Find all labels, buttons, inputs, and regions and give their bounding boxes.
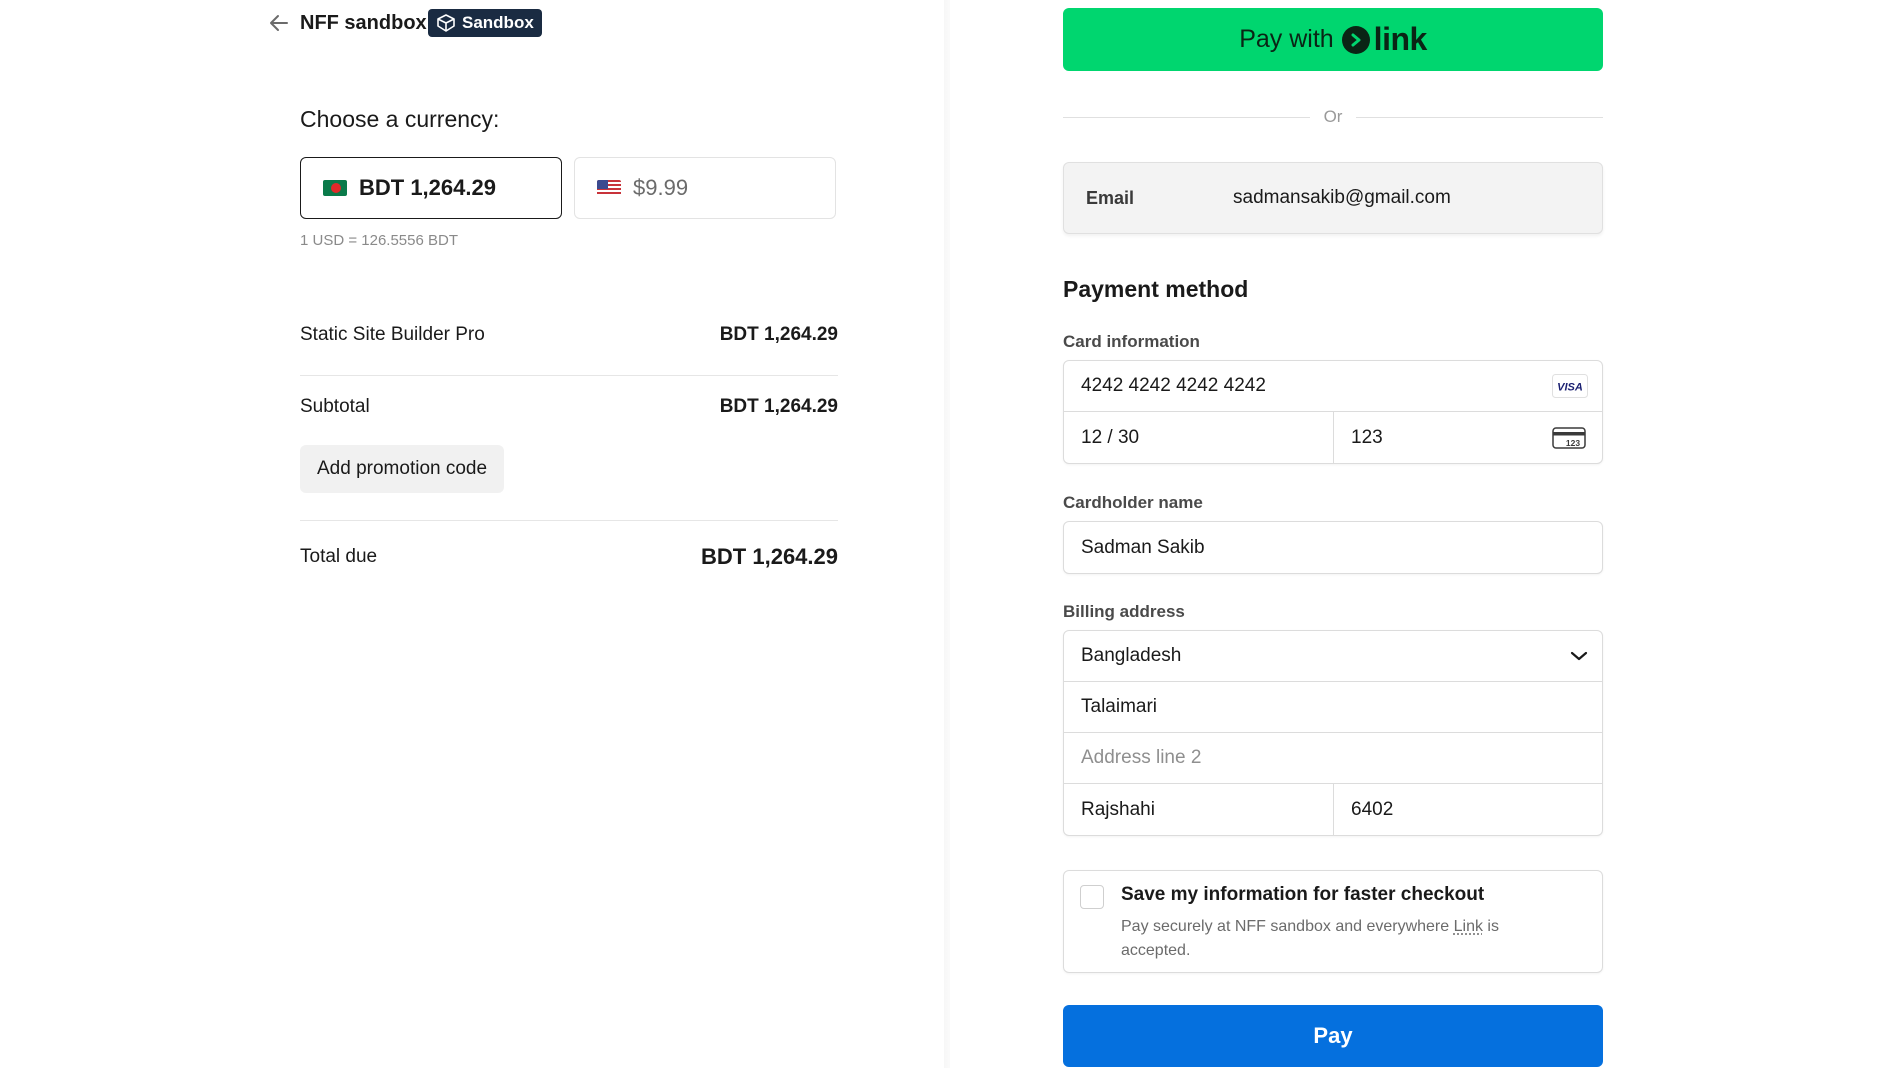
back-arrow-icon[interactable] — [268, 12, 290, 34]
link-logo: link — [1341, 21, 1428, 58]
sandbox-badge: Sandbox — [428, 9, 542, 37]
cardholder-name-label: Cardholder name — [1063, 493, 1203, 512]
currency-amount-bdt: BDT 1,264.29 — [359, 175, 496, 200]
billing-fields: Bangladesh Talaimari Address line 2 Rajs… — [1063, 630, 1603, 836]
card-cvc-input[interactable]: 123 — [1351, 427, 1383, 449]
cvc-card-icon: 123 — [1552, 426, 1586, 449]
currency-amount-usd: $9.99 — [633, 175, 689, 200]
link-arrow-icon — [1341, 25, 1370, 54]
pay-with-link-button[interactable]: Pay with link — [1063, 8, 1603, 71]
visa-icon: VISA — [1552, 374, 1588, 398]
city-postal-row: Rajshahi 6402 — [1064, 784, 1602, 835]
bangladesh-flag-icon — [323, 180, 347, 196]
subtotal-label: Subtotal — [300, 396, 370, 417]
subtotal-row: Subtotal BDT 1,264.29 — [300, 396, 838, 418]
save-info-desc-prefix: Pay securely at NFF sandbox and everywhe… — [1121, 918, 1454, 935]
line-item-amount: BDT 1,264.29 — [719, 324, 838, 345]
subtotal-amount: BDT 1,264.29 — [719, 396, 838, 417]
or-text: Or — [1323, 107, 1343, 126]
address-line2-input[interactable]: Address line 2 — [1064, 733, 1602, 783]
country-select[interactable]: Bangladesh — [1064, 631, 1602, 681]
address-line2-row: Address line 2 — [1064, 733, 1602, 784]
exchange-rate: 1 USD = 126.5556 BDT — [300, 232, 459, 249]
currency-option-bdt[interactable]: BDT 1,264.29 — [300, 157, 562, 219]
card-information-label: Card information — [1063, 332, 1200, 351]
link-brand-text: link — [1373, 21, 1428, 57]
pay-with-text: Pay with — [1239, 25, 1334, 53]
svg-text:123: 123 — [1566, 438, 1580, 448]
total-row: Total due BDT 1,264.29 — [300, 544, 838, 570]
us-flag-icon — [597, 180, 621, 196]
payment-method-title: Payment method — [1063, 276, 1249, 302]
currency-heading: Choose a currency: — [300, 106, 500, 132]
svg-text:VISA: VISA — [1557, 382, 1583, 394]
or-separator: Or — [1063, 106, 1604, 128]
payment-pane: Pay with link Or Email sadmansakib@gmail… — [950, 0, 1898, 1068]
divider — [300, 520, 838, 521]
cardholder-fields: Sadman Sakib — [1063, 521, 1603, 574]
line-item: Static Site Builder Pro BDT 1,264.29 — [300, 324, 838, 346]
order-summary-pane: NFF sandbox Sandbox Choose a currency: B… — [0, 0, 950, 1068]
save-info-checkbox[interactable] — [1080, 885, 1104, 909]
billing-address-label: Billing address — [1063, 602, 1185, 621]
card-expiry-input[interactable]: 12 / 30 — [1064, 412, 1333, 463]
link-info-link[interactable]: Link — [1454, 918, 1483, 935]
total-label: Total due — [300, 546, 378, 567]
city-input[interactable]: Rajshahi — [1064, 784, 1333, 835]
country-select-row[interactable]: Bangladesh — [1064, 631, 1602, 682]
address-line1-input[interactable]: Talaimari — [1064, 682, 1602, 732]
save-info-box: Save my information for faster checkout … — [1063, 870, 1603, 973]
chevron-down-icon[interactable] — [1570, 650, 1588, 662]
divider — [300, 375, 838, 376]
cardholder-name-input[interactable]: Sadman Sakib — [1064, 522, 1602, 573]
save-info-description: Pay securely at NFF sandbox and everywhe… — [1121, 915, 1541, 963]
cardholder-row: Sadman Sakib — [1064, 522, 1602, 573]
line-item-name: Static Site Builder Pro — [300, 324, 485, 345]
address-line1-row: Talaimari — [1064, 682, 1602, 733]
sandbox-badge-label: Sandbox — [462, 13, 534, 32]
card-cvc-field[interactable]: 123 123 — [1333, 412, 1602, 463]
save-info-title[interactable]: Save my information for faster checkout — [1121, 884, 1484, 906]
email-value: sadmansakib@gmail.com — [1233, 187, 1451, 208]
card-number-row: 4242 4242 4242 4242 VISA — [1064, 361, 1602, 412]
pay-button[interactable]: Pay — [1063, 1005, 1603, 1067]
email-field[interactable]: Email sadmansakib@gmail.com — [1063, 162, 1603, 234]
sandbox-box-icon — [437, 14, 455, 32]
card-fields: 4242 4242 4242 4242 VISA 12 / 30 123 123 — [1063, 360, 1603, 464]
card-number-input[interactable]: 4242 4242 4242 4242 — [1064, 361, 1602, 411]
postal-code-input[interactable]: 6402 — [1333, 784, 1602, 835]
currency-option-usd[interactable]: $9.99 — [574, 157, 836, 219]
add-promotion-code-button[interactable]: Add promotion code — [300, 445, 505, 493]
email-label: Email — [1086, 187, 1135, 208]
total-amount: BDT 1,264.29 — [701, 544, 838, 569]
merchant-name[interactable]: NFF sandbox — [300, 12, 427, 35]
card-expiry-cvc-row: 12 / 30 123 123 — [1064, 412, 1602, 463]
